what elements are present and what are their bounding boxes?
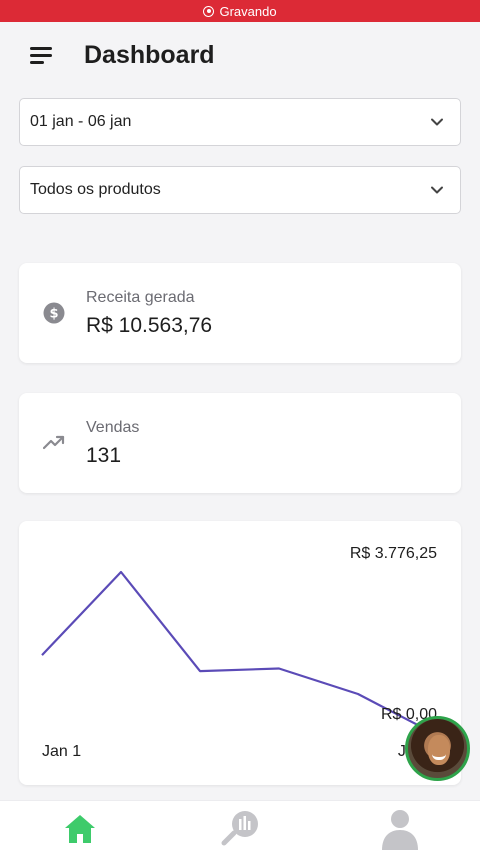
x-start-label: Jan 1 (42, 743, 82, 760)
nav-analytics[interactable] (218, 807, 262, 851)
profile-icon (382, 810, 418, 850)
home-icon (65, 815, 95, 843)
sales-card: Vendas 131 (19, 393, 461, 493)
record-icon (203, 5, 215, 17)
revenue-chart-card: R$ 3.776,25 R$ 0,00 Jan 1 Jan 6 (19, 521, 461, 785)
recording-status-bar: Gravando (0, 0, 480, 22)
revenue-card: $ Receita gerada R$ 10.563,76 (19, 263, 461, 363)
trending-up-icon (43, 435, 65, 450)
product-value: Todos os produtos (30, 181, 161, 198)
chevron-down-icon (431, 118, 443, 126)
revenue-value: R$ 10.563,76 (86, 314, 213, 337)
chevron-down-icon (431, 186, 443, 194)
nav-profile[interactable] (378, 807, 422, 851)
date-range-value: 01 jan - 06 jan (30, 113, 132, 130)
product-select[interactable]: Todos os produtos (19, 166, 461, 214)
camera-overlay-avatar[interactable] (405, 716, 470, 781)
sales-label: Vendas (86, 419, 140, 436)
revenue-series-line (41, 570, 438, 736)
menu-icon[interactable] (30, 47, 54, 65)
app-header: Dashboard (0, 22, 480, 88)
svg-text:$: $ (49, 307, 58, 322)
y-max-label: R$ 3.776,25 (349, 545, 437, 562)
analytics-icon (221, 811, 258, 846)
page-title: Dashboard (84, 41, 215, 69)
date-range-select[interactable]: 01 jan - 06 jan (19, 98, 461, 146)
dollar-icon: $ (43, 302, 65, 324)
bottom-navigation (0, 800, 480, 854)
avatar-face (428, 735, 450, 765)
recording-label: Gravando (219, 3, 277, 19)
sales-value: 131 (86, 444, 122, 467)
nav-home[interactable] (58, 807, 102, 851)
revenue-label: Receita gerada (86, 289, 195, 306)
